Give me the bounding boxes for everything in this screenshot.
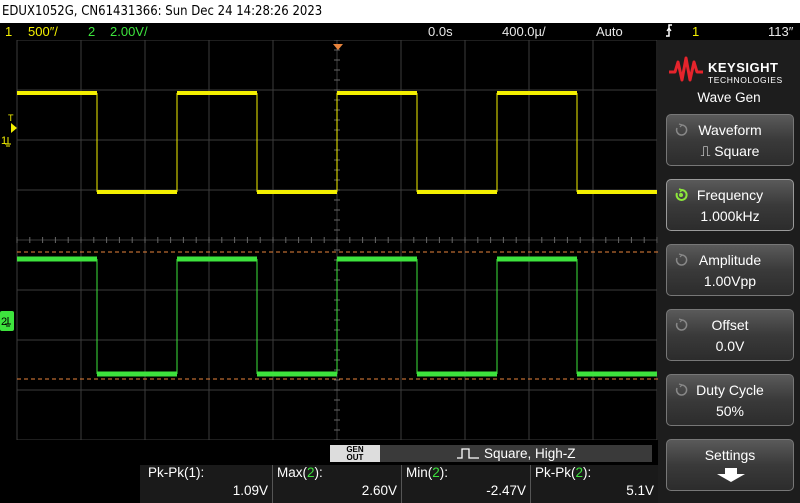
duty-cycle-label: Duty Cycle <box>696 382 764 398</box>
measurement-pkpk2[interactable]: Pk-Pk(2): 5.1V <box>531 465 658 503</box>
ch1-ground-marker[interactable]: 1 <box>0 133 14 147</box>
measurement-value: 2.60V <box>361 483 397 498</box>
measurement-label: Pk-Pk(2): <box>535 465 592 480</box>
measurement-max2[interactable]: Max(2): 2.60V <box>273 465 401 503</box>
measurement-label: Max(2): <box>277 465 323 480</box>
measurement-value: 1.09V <box>232 483 268 498</box>
svg-text:1: 1 <box>1 135 7 147</box>
trigger-source[interactable]: 1 <box>692 23 699 40</box>
ch2-ground-marker[interactable]: 2 <box>0 311 14 331</box>
waveform-label: Waveform <box>698 122 762 138</box>
frequency-softkey[interactable]: Frequency 1.000kHz <box>666 179 794 231</box>
duty-cycle-softkey[interactable]: Duty Cycle 50% <box>666 374 794 426</box>
trigger-level-marker[interactable]: T <box>8 113 17 133</box>
amplitude-softkey[interactable]: Amplitude 1.00Vpp <box>666 244 794 296</box>
ch2-number[interactable]: 2 <box>88 23 95 40</box>
ch1-number[interactable]: 1 <box>5 23 12 40</box>
amplitude-value: 1.00Vpp <box>703 273 757 289</box>
measurement-label: Pk-Pk(1): <box>148 465 205 480</box>
settings-softkey[interactable]: Settings <box>666 439 794 491</box>
offset-label: Offset <box>711 317 749 333</box>
timebase-value[interactable]: 400.0µ/ <box>502 23 546 40</box>
waveform-display[interactable]: T 1 2 <box>0 39 658 441</box>
offset-value: 0.0V <box>715 338 745 354</box>
trigger-mode[interactable]: Auto <box>596 23 623 40</box>
arrow-down-icon <box>717 468 745 482</box>
delay-value[interactable]: 0.0s <box>428 23 453 40</box>
settings-label: Settings <box>704 447 756 463</box>
measurement-pkpk1[interactable]: Pk-Pk(1): 1.09V <box>140 465 272 503</box>
ch2-scale[interactable]: 2.00V/ <box>110 23 148 40</box>
offset-softkey[interactable]: Offset 0.0V <box>666 309 794 361</box>
ch1-scale[interactable]: 500″/ <box>28 23 58 40</box>
status-bar: 1 500″/ 2 2.00V/ 0.0s 400.0µ/ Auto 1 113… <box>0 23 800 40</box>
duty-cycle-value: 50% <box>715 403 745 419</box>
gen-info-text: Square, High-Z <box>484 446 576 461</box>
gen-out-label[interactable]: GEN OUT <box>330 445 380 462</box>
gen-info[interactable]: Square, High-Z <box>380 445 652 462</box>
amplitude-label: Amplitude <box>698 252 762 268</box>
measurement-label: Min(2): <box>406 465 449 480</box>
square-wave-icon <box>457 448 479 459</box>
frequency-label: Frequency <box>696 187 764 203</box>
measurement-value: 5.1V <box>626 483 654 498</box>
frequency-value: 1.000kHz <box>700 208 760 224</box>
measurement-min2[interactable]: Min(2): -2.47V <box>402 465 530 503</box>
scope-screen[interactable]: T 1 2 <box>0 39 658 441</box>
svg-text:T: T <box>8 113 14 123</box>
menu-title: Wave Gen <box>697 90 761 105</box>
ch2-edges <box>96 259 578 374</box>
measurement-value: -2.47V <box>486 483 526 498</box>
keysight-wave-icon <box>669 56 703 82</box>
waveform-softkey[interactable]: Waveform ⎍ Square <box>666 114 794 166</box>
trigger-position-icon[interactable] <box>333 44 343 50</box>
title-bar: EDUX1052G, CN61431366: Sun Dec 24 14:28:… <box>0 0 800 23</box>
keysight-logo: KEYSIGHT TECHNOLOGIES <box>666 48 792 92</box>
softkey-panel: KEYSIGHT TECHNOLOGIES Wave Gen Waveform … <box>658 40 800 503</box>
trigger-level[interactable]: 113″ <box>768 23 793 40</box>
brand-name: KEYSIGHT <box>708 60 779 75</box>
brand-subtitle: TECHNOLOGIES <box>708 75 783 85</box>
ch1-edges <box>96 93 578 192</box>
waveform-value: ⎍ Square <box>700 143 760 159</box>
